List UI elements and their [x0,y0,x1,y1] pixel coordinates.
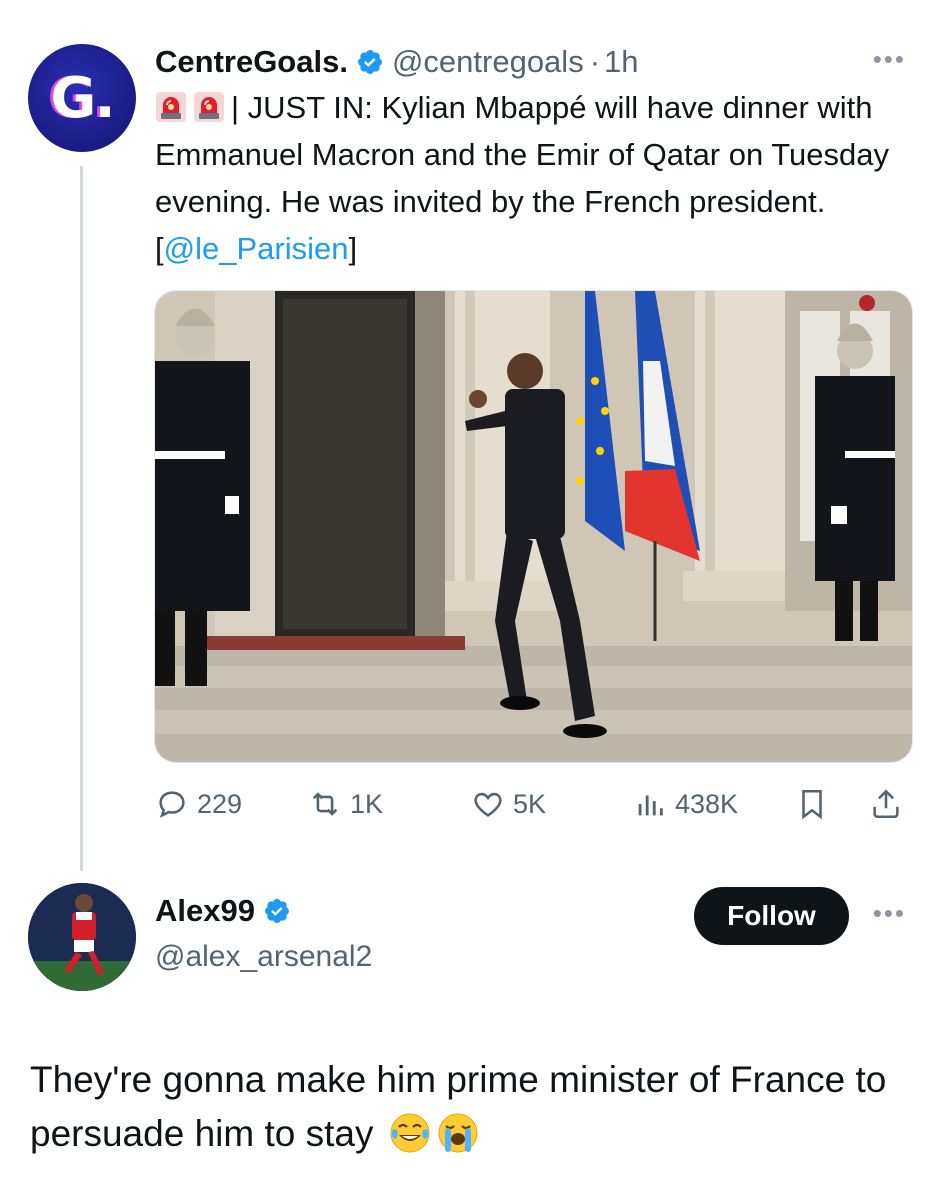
verified-badge-icon [265,899,289,923]
mention-link[interactable]: @le_Parisien [164,231,349,266]
share-icon [873,789,899,819]
thread-connector-line [80,166,83,871]
views-count: 438K [675,788,739,819]
share-button[interactable] [869,782,903,826]
repost-icon [312,792,338,816]
repost-button[interactable]: 1K [308,782,383,826]
photo-scene [155,291,912,762]
tweet-action-bar: 229 1K 5K 438K [155,782,915,826]
face-with-tears-of-joy-emoji [390,1113,430,1153]
follow-button[interactable]: Follow [694,887,849,945]
reply-author-row: Alex99 [155,893,291,929]
siren-emoji [156,92,186,122]
like-button[interactable]: 5K [471,782,546,826]
tweet-text-suffix: ] [348,231,358,266]
reply-author-name[interactable]: Alex99 [155,893,255,929]
tweet-timestamp[interactable]: 1h [604,44,638,80]
tweet-text: | JUST IN: Kylian Mbappé will have dinne… [155,84,925,272]
heart-icon [474,792,502,817]
avatar-logo-text: G. [50,65,115,131]
tweet-author-row: CentreGoals. @centregoals · 1h [155,40,639,84]
views-icon [638,795,663,816]
alex99-avatar[interactable] [28,883,136,991]
reply-count: 229 [197,788,243,819]
tweet-author-name[interactable]: CentreGoals. [155,44,348,80]
tweet-photo[interactable] [154,290,913,763]
repost-count: 1K [350,788,384,819]
siren-emoji [194,92,224,122]
avatar-image [28,883,136,991]
more-options-icon[interactable]: ••• [873,44,906,75]
reply-button[interactable]: 229 [155,782,242,826]
loudly-crying-face-emoji [438,1113,478,1153]
bookmark-icon [802,789,822,820]
like-count: 5K [513,788,547,819]
views-button[interactable]: 438K [633,782,738,826]
more-options-icon[interactable]: ••• [873,898,906,929]
bookmark-button[interactable] [795,782,829,826]
handle-time-separator: · [589,44,601,79]
tweet-author-handle[interactable]: @centregoals [392,44,584,80]
reply-icon [159,791,185,818]
centregoals-avatar[interactable]: G. [28,44,136,152]
verified-badge-icon [357,50,382,74]
reply-author-handle[interactable]: @alex_arsenal2 [155,940,372,974]
reply-text: They're gonna make him prime minister of… [30,1053,910,1161]
